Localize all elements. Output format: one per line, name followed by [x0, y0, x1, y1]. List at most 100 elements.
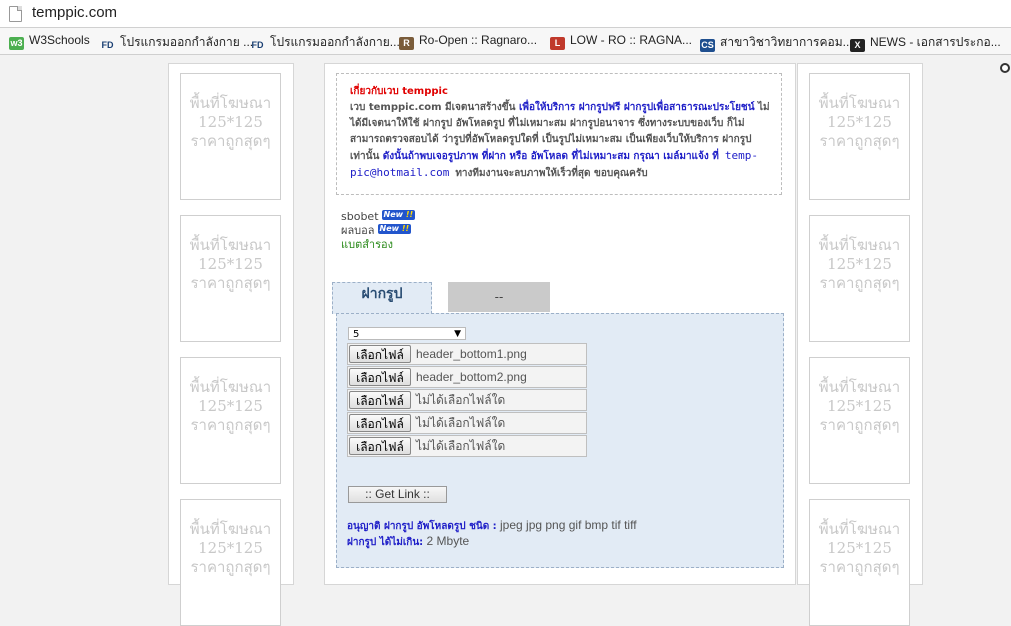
bookmark-news[interactable]: X NEWS - เอกสารประกอ...	[850, 33, 1001, 52]
ad-text-area: พื้นที่โฆษณา	[189, 94, 272, 112]
bookmark-fd-2[interactable]: FD โปรแกรมออกกำลังกาย...	[250, 33, 400, 50]
address-bar[interactable]: temppic.com	[0, 0, 1011, 28]
max-size-value: 2 Mbyte	[423, 534, 470, 548]
ad-text-size: 125*125	[827, 255, 892, 273]
bookmarks-bar: w3 W3Schools FD โปรแกรมออกกำลังกาย ... FD โ…	[0, 28, 1011, 73]
new-badge-text: New	[379, 224, 400, 233]
low-ro-icon: L	[550, 37, 565, 50]
bookmark-low-ro[interactable]: L LOW - RO :: RAGNA...	[550, 33, 693, 50]
cs-icon: CS	[700, 39, 715, 52]
ad-text-price: ราคาถูกสุดๆ	[819, 274, 900, 292]
bookmark-label: W3Schools	[29, 33, 90, 47]
ad-text-price: ราคาถูกสุดๆ	[190, 274, 271, 292]
tab-other[interactable]: --	[448, 282, 550, 312]
ad-slot[interactable]: พื้นที่โฆษณา 125*125 ราคาถูกสุดๆ	[180, 73, 281, 200]
soccer-ball-icon	[1000, 63, 1010, 73]
ad-text-size: 125*125	[827, 397, 892, 415]
ad-text-area: พื้นที่โฆษณา	[189, 520, 272, 538]
ad-text-price: ราคาถูกสุดๆ	[190, 132, 271, 150]
new-badge: New !!	[381, 210, 416, 220]
upload-info: อนุญาติ ฝากรูป อัพโหลดรูป ชนิด : jpeg jp…	[347, 518, 637, 550]
file-name: ไม่ได้เลือกไฟล์ใด	[416, 416, 506, 430]
link-powerbank[interactable]: แบตสำรอง	[341, 238, 393, 251]
news-icon: X	[850, 39, 865, 52]
bookmark-label: สาขาวิชาวิทยาการคอม...	[720, 35, 853, 49]
ad-text-size: 125*125	[198, 539, 263, 557]
bookmark-label: NEWS - เอกสารประกอ...	[870, 35, 1001, 49]
ad-text-area: พื้นที่โฆษณา	[818, 520, 901, 538]
file-count-value: 5	[353, 329, 360, 340]
new-badge: New !!	[377, 224, 412, 234]
about-text-1: เวบ temppic.com มีเจตนาสร้างขึ้น	[350, 102, 519, 113]
file-input-row: เลือกไฟล์ ไม่ได้เลือกไฟล์ใด	[347, 412, 587, 434]
choose-file-button[interactable]: เลือกไฟล์	[349, 391, 411, 409]
ad-text-area: พื้นที่โฆษณา	[818, 94, 901, 112]
ad-text-price: ราคาถูกสุดๆ	[190, 558, 271, 576]
about-text-2-highlight: ดังนั้นถ้าพบเจอรูปภาพ ที่ฝาก หรือ อัพโหล…	[382, 151, 719, 162]
bookmark-label: LOW - RO :: RAGNA...	[570, 33, 693, 47]
ad-slot[interactable]: พื้นที่โฆษณา 125*125 ราคาถูกสุดๆ	[809, 215, 910, 342]
ad-slot[interactable]: พื้นที่โฆษณา 125*125 ราคาถูกสุดๆ	[809, 73, 910, 200]
new-badge-ex: !!	[405, 210, 414, 219]
ad-text-size: 125*125	[198, 255, 263, 273]
file-count-select[interactable]: 5 ▼	[348, 327, 466, 340]
get-link-button[interactable]: :: Get Link ::	[348, 486, 447, 503]
dropdown-arrow-icon: ▼	[454, 329, 461, 339]
allowed-types-label: อนุญาติ ฝากรูป อัพโหลดรูป ชนิด :	[347, 521, 497, 532]
bookmark-ro-open[interactable]: R Ro-Open :: Ragnaro...	[399, 33, 538, 50]
bookmark-fd-1[interactable]: FD โปรแกรมออกกำลังกาย ...	[100, 33, 254, 50]
ad-slot[interactable]: พื้นที่โฆษณา 125*125 ราคาถูกสุดๆ	[180, 357, 281, 484]
link-football-results[interactable]: ผลบอล	[341, 224, 375, 237]
ad-slot[interactable]: พื้นที่โฆษณา 125*125 ราคาถูกสุดๆ	[809, 499, 910, 626]
file-name: ไม่ได้เลือกไฟล์ใด	[416, 439, 506, 453]
allowed-types-value: jpeg jpg png gif bmp tif tiff	[496, 518, 637, 532]
max-size-label: ฝากรูป ได้ไม่เกิน:	[347, 537, 424, 548]
ad-text-area: พื้นที่โฆษณา	[818, 236, 901, 254]
w3schools-icon: w3	[9, 37, 24, 50]
ad-text-size: 125*125	[198, 397, 263, 415]
ad-text-area: พื้นที่โฆษณา	[189, 378, 272, 396]
file-input-row: เลือกไฟล์ ไม่ได้เลือกไฟล์ใด	[347, 389, 587, 411]
overflow-bookmark[interactable]	[1000, 60, 1011, 76]
bookmark-label: โปรแกรมออกกำลังกาย ...	[120, 35, 254, 49]
ad-text-price: ราคาถูกสุดๆ	[819, 558, 900, 576]
about-heading: เกี่ยวกับเวบ temppic	[350, 86, 448, 97]
bookmark-w3schools[interactable]: w3 W3Schools	[9, 33, 90, 50]
ad-text-price: ราคาถูกสุดๆ	[819, 416, 900, 434]
ad-slot[interactable]: พื้นที่โฆษณา 125*125 ราคาถูกสุดๆ	[180, 499, 281, 626]
ad-text-price: ราคาถูกสุดๆ	[819, 132, 900, 150]
new-badge-text: New	[383, 210, 404, 219]
file-input-row: เลือกไฟล์ header_bottom2.png	[347, 366, 587, 388]
bookmark-cs[interactable]: CS สาขาวิชาวิทยาการคอม...	[700, 33, 853, 52]
choose-file-button[interactable]: เลือกไฟล์	[349, 437, 411, 455]
ad-slot[interactable]: พื้นที่โฆษณา 125*125 ราคาถูกสุดๆ	[809, 357, 910, 484]
upload-panel: 5 ▼ เลือกไฟล์ header_bottom1.png เลือกไฟ…	[336, 313, 784, 568]
new-badge-ex: !!	[401, 224, 410, 233]
url-text[interactable]: temppic.com	[32, 4, 117, 21]
ad-text-size: 125*125	[827, 113, 892, 131]
choose-file-button[interactable]: เลือกไฟล์	[349, 414, 411, 432]
choose-file-button[interactable]: เลือกไฟล์	[349, 368, 411, 386]
bookmark-label: Ro-Open :: Ragnaro...	[419, 33, 538, 47]
ad-slot[interactable]: พื้นที่โฆษณา 125*125 ราคาถูกสุดๆ	[180, 215, 281, 342]
choose-file-button[interactable]: เลือกไฟล์	[349, 345, 411, 363]
file-name: header_bottom1.png	[416, 347, 527, 361]
link-sbobet[interactable]: sbobet	[341, 210, 379, 223]
about-text-1-highlight: เพื่อให้บริการ ฝากรูปฟรี ฝากรูปเพื่อสาธา…	[518, 102, 755, 113]
ad-text-size: 125*125	[827, 539, 892, 557]
tab-upload[interactable]: ฝากรูป	[332, 282, 432, 314]
bookmark-label: โปรแกรมออกกำลังกาย...	[270, 35, 400, 49]
main-content: เกี่ยวกับเวบ temppic เวบ temppic.com มีเ…	[324, 63, 796, 585]
ad-text-price: ราคาถูกสุดๆ	[190, 416, 271, 434]
fd-icon: FD	[251, 40, 264, 50]
sponsor-links: sbobet New !! ผลบอล New !! แบตสำรอง	[341, 210, 416, 252]
file-input-row: เลือกไฟล์ ไม่ได้เลือกไฟล์ใด	[347, 435, 587, 457]
file-name: header_bottom2.png	[416, 370, 527, 384]
ad-text-area: พื้นที่โฆษณา	[189, 236, 272, 254]
file-input-row: เลือกไฟล์ header_bottom1.png	[347, 343, 587, 365]
page-icon	[9, 6, 22, 22]
ro-open-icon: R	[399, 37, 414, 50]
right-ad-column: พื้นที่โฆษณา 125*125 ราคาถูกสุดๆ พื้นที่…	[797, 63, 923, 626]
about-box: เกี่ยวกับเวบ temppic เวบ temppic.com มีเ…	[336, 73, 782, 195]
about-text-3: ทางทีมงานจะลบภาพให้เร็วที่สุด ขอบคุณครับ	[455, 168, 648, 179]
